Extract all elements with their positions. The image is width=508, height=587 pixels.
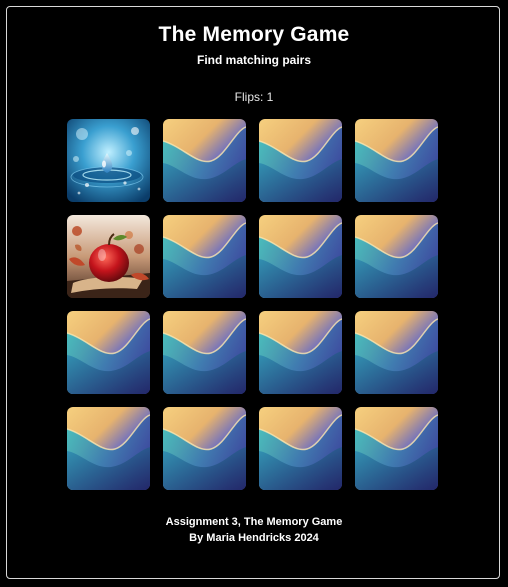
card-back-wave-image [163, 311, 246, 394]
card-back-wave-image [259, 311, 342, 394]
card-back-wave-image [355, 311, 438, 394]
card-back-wave-image [259, 215, 342, 298]
card-1-water-droplet[interactable] [67, 119, 150, 202]
card-back-wave-image [67, 311, 150, 394]
footer-author-line: By Maria Hendricks 2024 [189, 532, 319, 544]
card-back-wave-image [355, 407, 438, 490]
card-grid [67, 119, 441, 493]
card-10-face-down[interactable] [163, 311, 246, 394]
water-droplet-image [67, 119, 150, 202]
card-back-wave-image [163, 215, 246, 298]
card-6-face-down[interactable] [163, 215, 246, 298]
footer-assignment-line: Assignment 3, The Memory Game [165, 516, 343, 528]
red-apple-image [67, 215, 150, 298]
card-2-face-down[interactable] [163, 119, 246, 202]
card-back-wave-image [67, 407, 150, 490]
card-8-face-down[interactable] [355, 215, 438, 298]
card-12-face-down[interactable] [355, 311, 438, 394]
page-subtitle: Find matching pairs [196, 53, 311, 67]
card-back-wave-image [355, 119, 438, 202]
card-11-face-down[interactable] [259, 311, 342, 394]
card-back-wave-image [163, 119, 246, 202]
footer: Assignment 3, The Memory Game By Maria H… [0, 514, 508, 546]
card-3-face-down[interactable] [259, 119, 342, 202]
card-back-wave-image [259, 407, 342, 490]
flip-counter: Flips: 1 [234, 90, 274, 104]
card-5-red-apple[interactable] [67, 215, 150, 298]
card-16-face-down[interactable] [355, 407, 438, 490]
card-4-face-down[interactable] [355, 119, 438, 202]
card-back-wave-image [259, 119, 342, 202]
page-title: The Memory Game [158, 23, 350, 46]
card-14-face-down[interactable] [163, 407, 246, 490]
card-15-face-down[interactable] [259, 407, 342, 490]
card-back-wave-image [355, 215, 438, 298]
card-13-face-down[interactable] [67, 407, 150, 490]
card-7-face-down[interactable] [259, 215, 342, 298]
card-back-wave-image [163, 407, 246, 490]
card-9-face-down[interactable] [67, 311, 150, 394]
